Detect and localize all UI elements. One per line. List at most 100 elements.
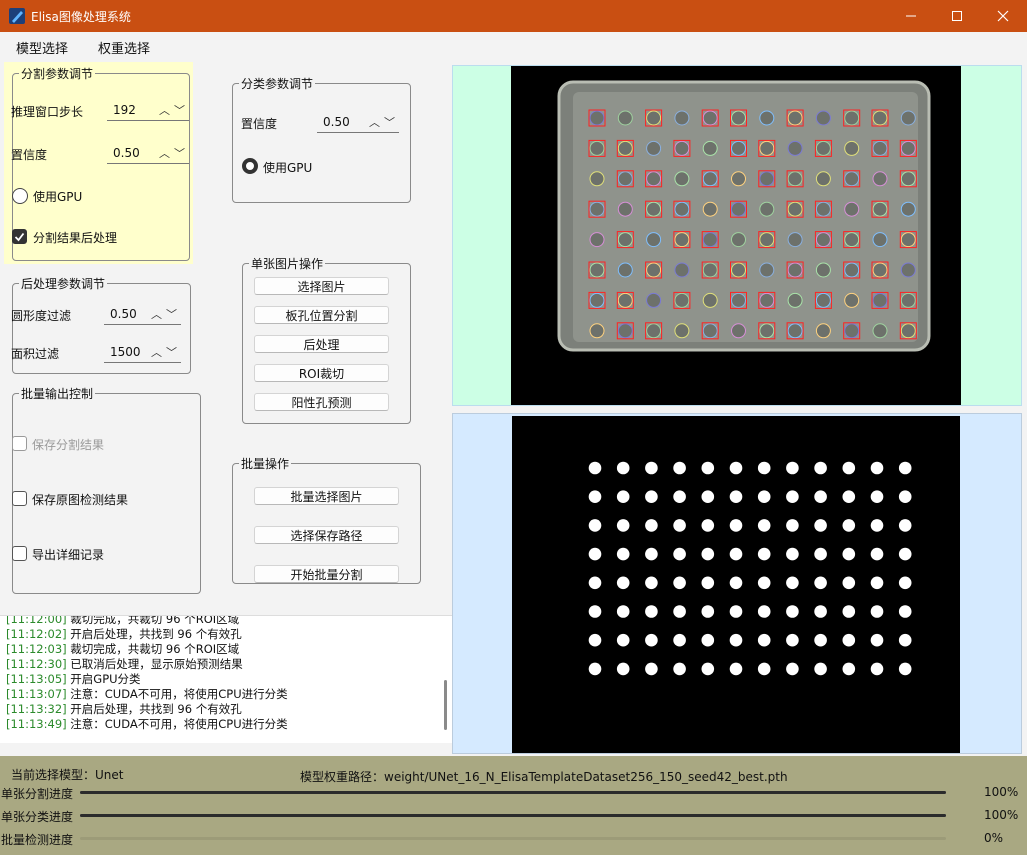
title-bar[interactable]: Elisa图像处理系统 [0,0,1027,32]
mask-blob [729,519,743,532]
log-scrollbar[interactable] [444,680,447,730]
mask-blob [870,605,884,618]
seg-conf-spinbox[interactable]: 0.50 ︿ ﹀ [107,142,189,164]
mask-blob [842,633,856,647]
positive-predict-button[interactable]: 阳性孔预测 [254,393,389,411]
mask-blob [757,461,771,475]
mask-blob [786,490,799,503]
log-line: [11:13:49] 注意：CUDA不可用，将使用CPU进行分类 [6,716,288,732]
plate-well [589,110,605,126]
mask-blob [870,662,884,676]
spin-up-icon[interactable]: ︿ [159,102,170,118]
post-params-title: 后处理参数调节 [21,277,106,291]
maximize-icon[interactable] [934,0,980,32]
segmentation-mask-view[interactable] [452,413,1022,754]
log-message: 裁切完成，共裁切 96 个ROI区域 [66,615,240,626]
plate-well [589,201,605,217]
plate-well [815,171,831,187]
start-batch-button[interactable]: 开始批量分割 [254,565,399,583]
well-segment-button[interactable]: 板孔位置分割 [254,306,389,324]
mask-blob [588,633,602,647]
mask-blob [814,605,827,618]
save-orig-checkbox[interactable] [12,491,27,506]
seg-gpu-radio[interactable] [12,188,28,204]
spin-down-icon[interactable]: ﹀ [384,114,395,130]
roi-crop-button[interactable]: ROI裁切 [254,364,389,382]
plate-well [844,232,860,248]
postprocess-button[interactable]: 后处理 [254,335,389,353]
mask-blob [588,461,602,475]
plate-well [702,201,718,217]
cls-conf-spinbox[interactable]: 0.50 ︿ ﹀ [317,111,399,133]
plate-well [731,323,746,339]
mask-blob [786,633,799,647]
spin-up-icon[interactable]: ︿ [151,344,162,360]
select-save-path-button[interactable]: 选择保存路径 [254,526,399,544]
circ-spinbox[interactable]: 0.50 ︿ ﹀ [104,303,181,325]
mask-blob [757,547,771,561]
plate-well [815,110,831,126]
mask-blob [842,461,856,475]
save-seg-checkbox[interactable] [12,436,27,451]
mask-blob [701,519,715,532]
plate-well [900,292,916,308]
select-image-button[interactable]: 选择图片 [254,277,389,295]
mask-blob [673,576,686,590]
mask-blob [898,662,912,676]
log-panel[interactable]: [11:12:00] 裁切完成，共裁切 96 个ROI区域 [11:12:02] … [0,615,452,743]
mask-blob [616,576,630,590]
status-panel: 当前选择模型：Unet 模型权重路径：weight/UNet_16_N_Elis… [0,756,1027,855]
menu-model-select[interactable]: 模型选择 [16,38,68,57]
batch-select-button[interactable]: 批量选择图片 [254,487,399,505]
cls-conf-label: 置信度 [241,117,278,131]
plate-well [815,262,831,278]
plate-well [872,140,888,156]
spin-down-icon[interactable]: ﹀ [166,344,177,360]
mask-blob [870,519,884,532]
plate-well [872,110,888,126]
mask-blob [898,519,912,532]
plate-well [617,232,633,248]
plate-well [674,110,690,126]
mask-blob [842,519,856,532]
app-icon [9,8,25,24]
plate-well [674,140,690,156]
spin-up-icon[interactable]: ︿ [159,145,170,161]
mask-blob [870,576,884,590]
seg-post-checkbox[interactable] [12,229,27,244]
cls-gpu-radio[interactable] [242,158,258,174]
spin-down-icon[interactable]: ﹀ [166,306,177,322]
export-log-checkbox[interactable] [12,546,27,561]
plate-well [589,171,605,187]
mask-blob [729,576,743,590]
mask-blob [729,490,743,503]
mask-blob [616,605,630,618]
log-footer [0,743,452,756]
mask-blob [729,605,743,618]
mask-blob [588,547,602,561]
plate-well [646,140,662,156]
mask-blob [898,461,912,475]
log-message: 开启后处理，共找到 96 个有效孔 [66,702,242,716]
log-line: [11:13:07] 注意：CUDA不可用，将使用CPU进行分类 [6,686,288,702]
stride-label: 推理窗口步长 [11,105,84,119]
plate-well [844,110,860,126]
plate-well [674,171,690,187]
mask-blob [673,605,686,618]
original-image-view[interactable] [452,65,1022,406]
minimize-icon[interactable] [888,0,934,32]
mask-blob [814,576,827,590]
plate-well [674,323,690,339]
menu-weight-select[interactable]: 权重选择 [98,38,150,57]
stride-spinbox[interactable]: 192 ︿ ﹀ [107,99,189,121]
seg-post-label: 分割结果后处理 [33,231,118,245]
spin-down-icon[interactable]: ﹀ [174,102,185,118]
mask-blob [645,490,658,503]
spin-down-icon[interactable]: ﹀ [174,145,185,161]
mask-blob [645,605,658,618]
close-icon[interactable] [980,0,1026,32]
spin-up-icon[interactable]: ︿ [151,306,162,322]
area-value: 1500 [110,344,141,359]
area-spinbox[interactable]: 1500 ︿ ﹀ [104,341,181,363]
spin-up-icon[interactable]: ︿ [369,114,380,130]
